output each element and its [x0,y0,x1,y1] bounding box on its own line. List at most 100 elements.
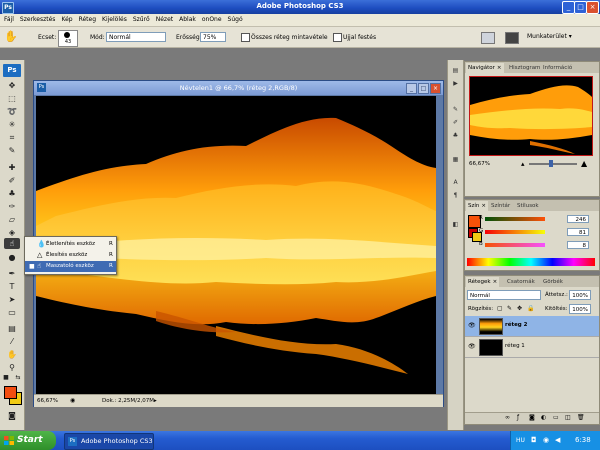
type-tool-icon[interactable]: T [4,281,20,292]
layer-row-2[interactable]: 👁 réteg 2 [465,316,599,337]
navigator-zoom-slider-thumb[interactable] [549,160,553,167]
foreground-color-swatch[interactable] [4,386,17,399]
opacity-input[interactable]: 100% [569,290,591,300]
channel-g-slider[interactable] [485,230,545,234]
marquee-tool-icon[interactable]: ⬚ [4,93,20,104]
taskbar-item-photoshop[interactable]: Ps Adobe Photoshop CS3 [64,433,154,450]
path-selection-tool-icon[interactable]: ➤ [4,294,20,305]
menu-layer[interactable]: Réteg [76,14,99,26]
blend-mode-select[interactable]: Normál [467,290,541,300]
tab-navigator[interactable]: Navigátor × [466,63,504,73]
tab-layers[interactable]: Rétegek × [466,277,500,287]
smudge-tool-icon[interactable]: ☝ [4,238,20,249]
photoshop-logo[interactable]: Ps [3,64,21,77]
flyout-item-smudge[interactable]: ■ ☝ Maszatoló eszköz R [25,261,116,272]
color-strip-icon[interactable]: ◧ [451,220,460,229]
close-button[interactable]: × [586,1,599,14]
default-colors-icon[interactable]: ■ [2,374,10,382]
menu-file[interactable]: Fájl [0,14,17,26]
pen-tool-icon[interactable]: ✒ [4,268,20,279]
start-button[interactable]: Start [0,431,56,450]
tab-swatches[interactable]: Színtár [489,201,512,211]
notes-tool-icon[interactable]: ▤ [4,323,20,334]
menu-onone[interactable]: onOne [199,14,225,26]
new-layer-icon[interactable]: ◫ [565,414,571,421]
tab-histogram[interactable]: Hisztogram [507,63,542,73]
document-minimize-button[interactable]: _ [406,83,417,94]
menu-help[interactable]: Súgó [225,14,246,26]
smudge-tool-preset-icon[interactable]: ✋ [3,30,19,44]
strength-input[interactable]: 75% [200,32,226,42]
workspace-menu[interactable]: Munkaterület ▾ [527,31,575,43]
mode-select[interactable]: Normál [106,32,166,42]
document-close-button[interactable]: × [430,83,441,94]
brush-tool-icon[interactable]: ✐ [4,175,20,186]
eyedropper-tool-icon[interactable]: ⁄ [4,336,20,347]
status-info-icon[interactable]: ◉ [70,395,75,407]
adjustment-layer-icon[interactable]: ◐ [541,414,546,421]
menu-window[interactable]: Ablak [176,14,199,26]
clone-source-icon[interactable]: ♣ [451,131,460,140]
brushes-panel-icon[interactable]: ✐ [451,118,460,127]
actions-panel-icon[interactable]: ▶ [451,79,460,88]
layer-mask-icon[interactable]: ◙ [529,414,535,421]
dodge-tool-icon[interactable]: ● [4,252,20,263]
trash-icon[interactable]: 🗑 [577,414,585,421]
brush-picker[interactable]: 43 [58,30,78,47]
lock-position-icon[interactable]: ✥ [517,305,522,312]
quick-mask-icon[interactable]: ◙ [4,410,20,421]
volume-icon[interactable]: ◀ [555,431,560,450]
character-panel-icon[interactable]: A [451,178,460,187]
language-indicator[interactable]: HU [516,431,525,450]
tab-channels[interactable]: Csatornák [505,277,537,287]
lock-all-icon[interactable]: 🔒 [527,305,534,312]
menu-image[interactable]: Kép [58,14,75,26]
move-tool-icon[interactable]: ✥ [4,80,20,91]
zoom-tool-icon[interactable]: ⚲ [4,362,20,373]
lock-pixels-icon[interactable]: ✎ [507,305,512,312]
fill-input[interactable]: 100% [569,304,591,314]
close-icon[interactable]: × [481,203,486,209]
tab-styles[interactable]: Stílusok [515,201,541,211]
layer-row-1[interactable]: 👁 réteg 1 [465,337,599,358]
healing-brush-tool-icon[interactable]: ✚ [4,162,20,173]
lock-transparent-icon[interactable]: ▢ [497,305,503,312]
zoom-out-icon[interactable]: ▴ [521,158,525,170]
paint-bucket-tool-icon[interactable]: ◈ [4,227,20,238]
eyedropper-slice-tool-icon[interactable]: ✎ [4,145,20,156]
close-icon[interactable]: × [493,279,498,285]
hand-tool-icon[interactable]: ✋ [4,349,20,360]
history-panel-icon[interactable]: ▤ [451,66,460,75]
magic-wand-tool-icon[interactable]: ✳ [4,119,20,130]
channel-b-value[interactable]: 8 [567,241,589,249]
new-group-icon[interactable]: ▭ [553,414,559,421]
menu-view[interactable]: Nézet [153,14,176,26]
file-browser-icon[interactable] [481,32,495,44]
palette-well-icon[interactable] [505,32,519,44]
navigator-zoom-value[interactable]: 66,67% [469,158,490,170]
document-maximize-button[interactable]: □ [418,83,429,94]
navigator-thumbnail[interactable] [469,76,593,156]
color-spectrum-ramp[interactable] [467,258,595,266]
document-title-bar[interactable]: Ps Névtelen1 @ 66,7% (réteg 2,RGB/8) _ □… [34,81,443,95]
eye-icon[interactable]: 👁 [468,343,476,351]
clone-stamp-tool-icon[interactable]: ♣ [4,188,20,199]
eye-icon[interactable]: 👁 [468,322,476,330]
layer-comps-icon[interactable]: ▦ [451,155,460,164]
menu-edit[interactable]: Szerkesztés [17,14,59,26]
history-brush-tool-icon[interactable]: ✑ [4,201,20,212]
lasso-tool-icon[interactable]: ➰ [4,106,20,117]
navigator-zoom-slider[interactable] [529,160,577,167]
tool-presets-icon[interactable]: ✎ [451,105,460,114]
eraser-tool-icon[interactable]: ▱ [4,214,20,225]
security-icon[interactable]: ◉ [543,431,549,450]
tab-curves[interactable]: Görbék [541,277,565,287]
link-layers-icon[interactable]: ∞ [505,414,510,421]
channel-b-slider[interactable] [485,243,545,247]
tab-color[interactable]: Szín × [466,201,489,211]
paragraph-panel-icon[interactable]: ¶ [451,191,460,200]
flyout-item-sharpen[interactable]: △ Élesítés eszköz R [25,250,116,261]
close-icon[interactable]: × [497,65,502,71]
channel-r-slider[interactable] [485,217,545,221]
menu-filter[interactable]: Szűrő [130,14,153,26]
